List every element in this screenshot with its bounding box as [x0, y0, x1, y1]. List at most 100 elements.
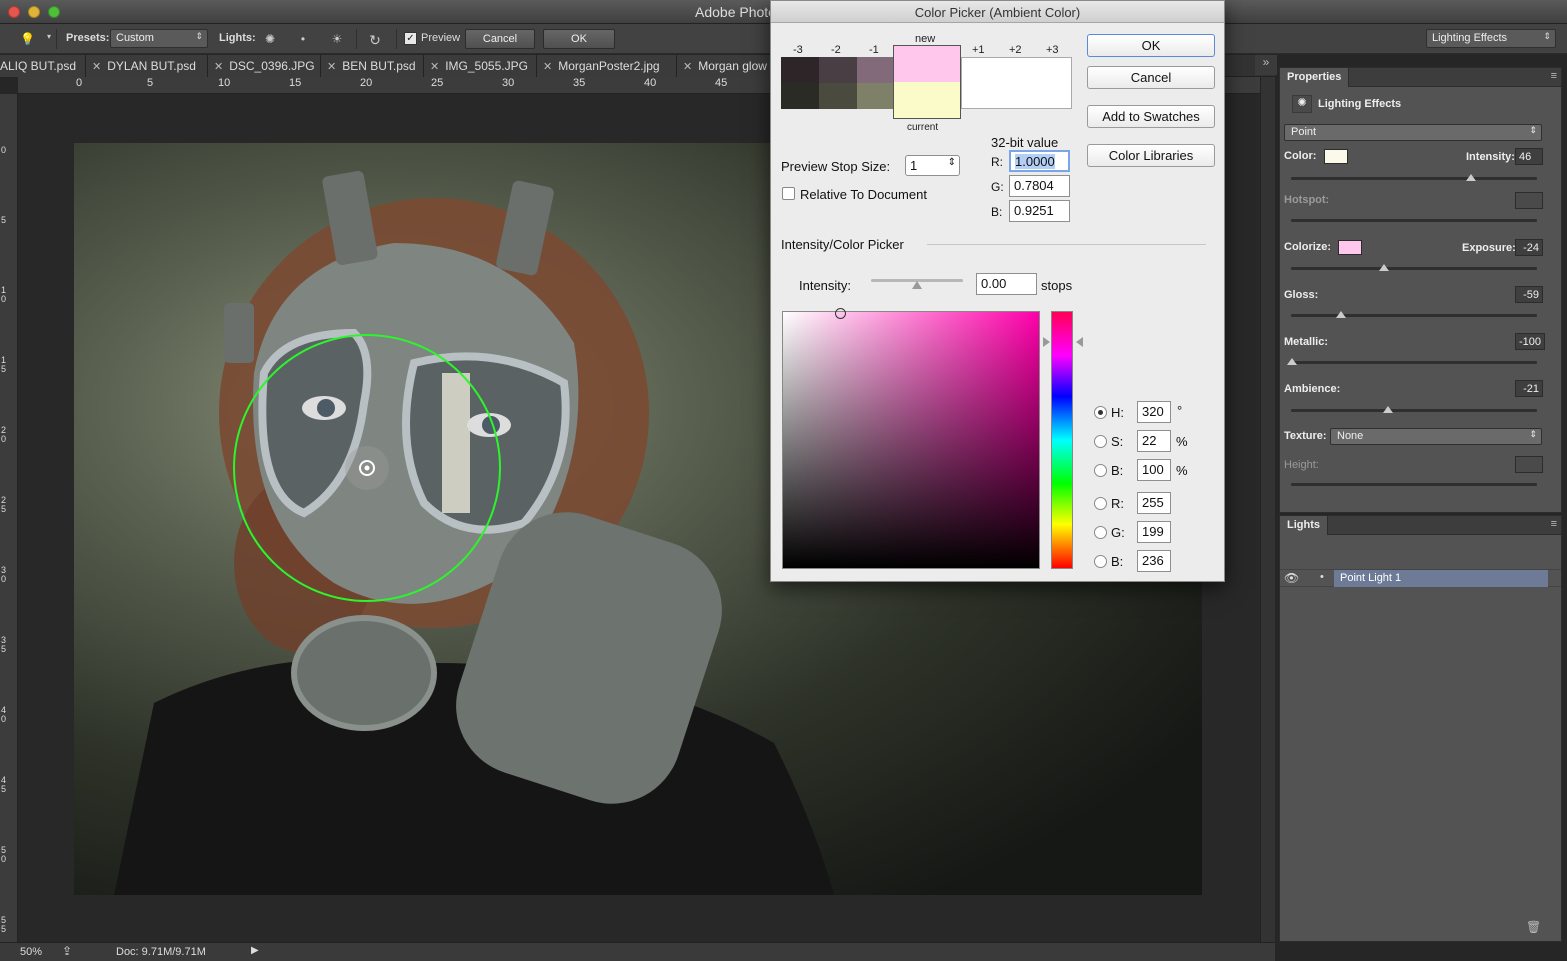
gloss-value[interactable]: -59: [1515, 286, 1543, 303]
ruler-label: 1 0: [1, 285, 7, 304]
light-bulb-tool-icon[interactable]: 💡: [20, 32, 35, 46]
add-to-swatches-button[interactable]: Add to Swatches: [1087, 105, 1215, 128]
gloss-slider-thumb[interactable]: [1336, 311, 1346, 318]
options-cancel-button[interactable]: Cancel: [465, 29, 535, 49]
doc-tab[interactable]: ✕ MorganPoster2.jpg: [537, 55, 677, 77]
r-input[interactable]: 255: [1137, 492, 1171, 514]
preview-checkbox[interactable]: ✓: [404, 32, 417, 45]
zoom-level[interactable]: 50%: [20, 946, 42, 958]
metallic-value[interactable]: -100: [1515, 333, 1545, 350]
workspace-select[interactable]: Lighting Effects ⇕: [1426, 29, 1556, 48]
expand-panels-icon[interactable]: »: [1255, 55, 1277, 75]
options-ok-button[interactable]: OK: [543, 29, 615, 49]
metallic-slider[interactable]: [1287, 358, 1537, 365]
close-tab-icon[interactable]: ✕: [92, 61, 101, 73]
ruler-label: 45: [715, 77, 728, 89]
saturation-radio[interactable]: [1094, 435, 1107, 448]
g32-input[interactable]: 0.7804: [1009, 175, 1070, 197]
close-tab-icon[interactable]: ✕: [683, 61, 692, 73]
close-tab-icon[interactable]: ✕: [543, 61, 552, 73]
stop-swatch-bright[interactable]: [961, 57, 1072, 109]
s-input[interactable]: 22: [1137, 430, 1171, 452]
stop-swatch-current[interactable]: [819, 83, 857, 109]
intensity-slider[interactable]: [871, 279, 963, 289]
r32-input[interactable]: 1.0000: [1009, 150, 1070, 172]
trash-icon[interactable]: 🗑: [1526, 920, 1541, 934]
tool-preset-dropdown-icon[interactable]: ▾: [42, 32, 56, 46]
b32-input[interactable]: 0.9251: [1009, 200, 1070, 222]
stop-swatch-new[interactable]: [781, 57, 819, 83]
color-libraries-button[interactable]: Color Libraries: [1087, 144, 1215, 167]
colorize-label: Colorize:: [1284, 241, 1332, 253]
point-light-icon[interactable]: •: [296, 32, 310, 46]
intensity-slider-thumb[interactable]: [912, 281, 922, 289]
close-tab-icon[interactable]: ✕: [430, 61, 439, 73]
texture-select[interactable]: None ⇕: [1330, 428, 1542, 445]
stop-swatch-current[interactable]: [781, 83, 819, 109]
hue-slider-left-arrow[interactable]: [1043, 337, 1050, 347]
saturation-brightness-field[interactable]: [782, 308, 1040, 569]
g-input[interactable]: 199: [1137, 521, 1171, 543]
metallic-slider-thumb[interactable]: [1287, 358, 1297, 365]
color-field-marker[interactable]: [835, 308, 846, 319]
brightness-radio[interactable]: [1094, 464, 1107, 477]
ok-button[interactable]: OK: [1087, 34, 1215, 57]
preview-stop-select[interactable]: 1 ⇕: [905, 155, 960, 176]
r-label: R:: [1111, 496, 1124, 511]
exposure-slider[interactable]: [1291, 264, 1537, 271]
gloss-slider[interactable]: [1291, 311, 1537, 318]
intensity-slider[interactable]: [1291, 174, 1537, 181]
exposure-slider-thumb[interactable]: [1379, 264, 1389, 271]
spot-light-icon[interactable]: ✺: [263, 32, 277, 46]
minimize-window-button[interactable]: [28, 6, 40, 18]
light-list-item[interactable]: 👁 • Point Light 1: [1280, 569, 1561, 587]
visibility-eye-icon[interactable]: 👁: [1284, 571, 1299, 585]
vertical-scrollbar[interactable]: [1260, 77, 1275, 942]
blue-radio[interactable]: [1094, 555, 1107, 568]
doc-tab[interactable]: ✕ IMG_5055.JPG: [424, 55, 537, 77]
ambience-slider[interactable]: [1291, 406, 1537, 413]
tab-properties[interactable]: Properties: [1280, 68, 1350, 87]
green-radio[interactable]: [1094, 526, 1107, 539]
presets-select[interactable]: Custom ⇕: [110, 29, 208, 48]
doc-tab[interactable]: ✕ DYLAN BUT.psd: [86, 55, 208, 77]
stop-swatch-new[interactable]: [857, 57, 895, 83]
panel-menu-icon[interactable]: ≡: [1551, 70, 1557, 82]
light-type-select[interactable]: Point ⇕: [1284, 124, 1542, 141]
color-swatch[interactable]: [1324, 149, 1348, 164]
doc-tab[interactable]: ✕ BEN BUT.psd: [321, 55, 424, 77]
colorize-swatch[interactable]: [1338, 240, 1362, 255]
doc-tab[interactable]: ✕ DSC_0396.JPG: [208, 55, 321, 77]
cancel-button[interactable]: Cancel: [1087, 66, 1215, 89]
close-tab-icon[interactable]: ✕: [214, 61, 223, 73]
current-color-swatch[interactable]: [893, 82, 961, 119]
stop-swatch-current[interactable]: [857, 83, 895, 109]
ambience-slider-thumb[interactable]: [1383, 406, 1393, 413]
close-window-button[interactable]: [8, 6, 20, 18]
b-input[interactable]: 100: [1137, 459, 1171, 481]
intensity-value[interactable]: 46: [1515, 148, 1543, 165]
stop-swatch-new[interactable]: [819, 57, 857, 83]
zoom-window-button[interactable]: [48, 6, 60, 18]
panel-menu-icon[interactable]: ≡: [1551, 518, 1557, 530]
doc-tab[interactable]: ✕ Morgan glow: [677, 55, 772, 77]
bb-input[interactable]: 236: [1137, 550, 1171, 572]
exposure-value[interactable]: -24: [1515, 239, 1543, 256]
intensity-slider-thumb[interactable]: [1466, 174, 1476, 181]
hue-slider[interactable]: [1051, 311, 1073, 569]
relative-to-document-checkbox[interactable]: [782, 187, 795, 200]
close-tab-icon[interactable]: ✕: [327, 61, 336, 73]
doc-tab[interactable]: ALIQ BUT.psd: [0, 55, 86, 77]
reset-rotate-icon[interactable]: ↻: [368, 32, 382, 48]
red-radio[interactable]: [1094, 497, 1107, 510]
status-menu-arrow-icon[interactable]: ▶: [251, 945, 259, 956]
intensity-input[interactable]: 0.00: [976, 273, 1037, 295]
export-icon[interactable]: ⇪: [62, 944, 72, 958]
ambience-value[interactable]: -21: [1515, 380, 1543, 397]
infinite-light-icon[interactable]: ☀: [330, 32, 344, 46]
h-input[interactable]: 320: [1137, 401, 1171, 423]
tab-lights[interactable]: Lights: [1280, 516, 1328, 535]
hue-slider-right-arrow[interactable]: [1076, 337, 1083, 347]
hue-radio[interactable]: [1094, 406, 1107, 419]
hotspot-label: Hotspot:: [1284, 194, 1330, 206]
